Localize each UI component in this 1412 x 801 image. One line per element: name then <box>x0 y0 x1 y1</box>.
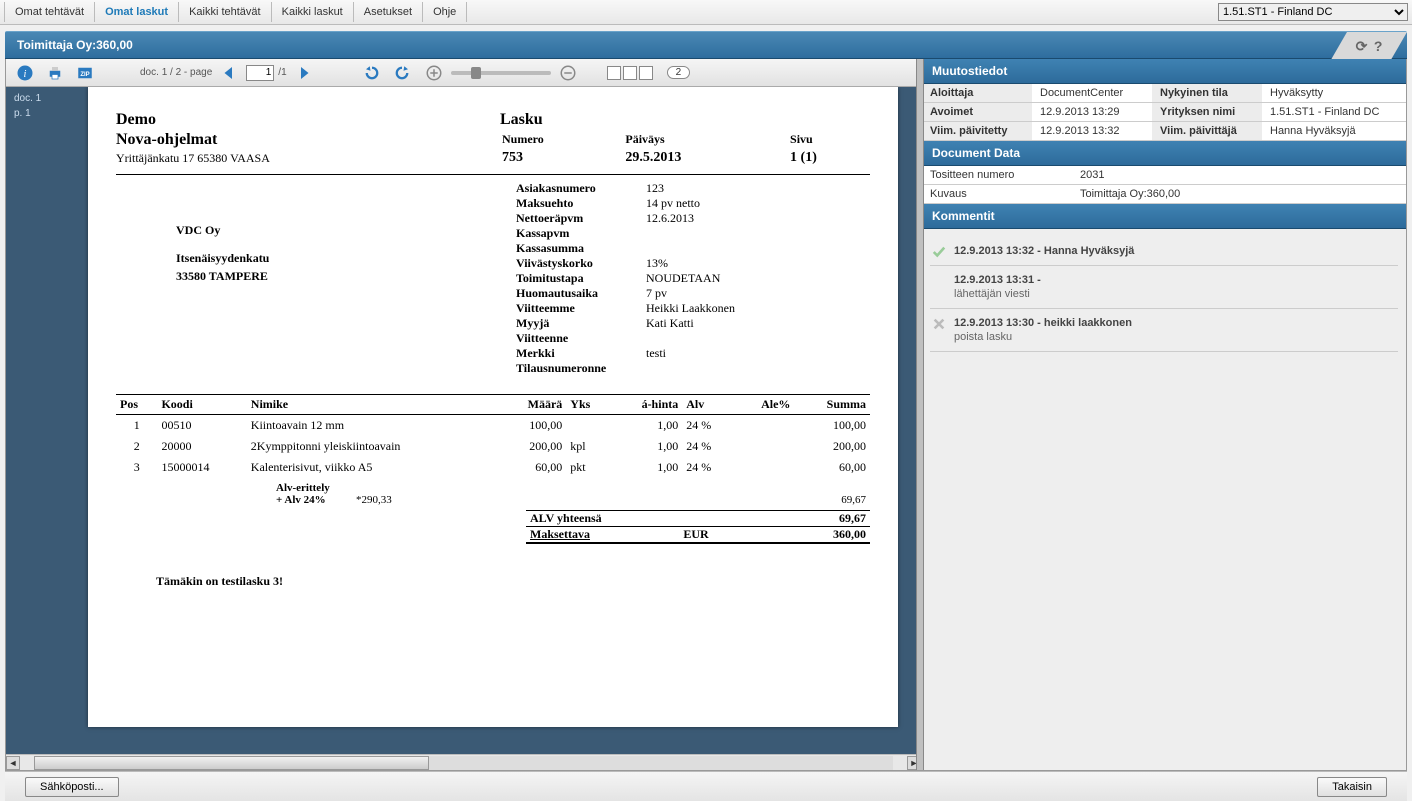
detail-row: Kassasumma <box>516 241 870 256</box>
panel-document-data-header: Document Data <box>922 141 1406 166</box>
print-icon[interactable] <box>42 62 68 84</box>
thumb-doc-label[interactable]: doc. 1 <box>10 91 80 106</box>
doc-count-badge: 2 <box>667 66 691 79</box>
col-header: Pos <box>116 395 157 415</box>
customer-block: VDC Oy Itsenäisyydenkatu 33580 TAMPERE <box>176 221 516 285</box>
detail-row: Viivästyskorko13% <box>516 256 870 271</box>
col-header: Ale% <box>735 395 795 415</box>
page-input[interactable] <box>246 65 274 81</box>
panel-comments-header: Kommentit <box>922 204 1406 229</box>
paper-scroll[interactable]: Demo Nova-ohjelmat Yrittäjänkatu 17 6538… <box>84 87 921 754</box>
thumb-page-label[interactable]: p. 1 <box>10 106 80 121</box>
prev-page-icon[interactable] <box>216 62 242 84</box>
view-mode-toggle <box>607 66 653 80</box>
side-panel: Muutostiedot AloittajaDocumentCenter Nyk… <box>922 59 1407 771</box>
detail-row: Merkkitesti <box>516 346 870 361</box>
titlebar-tools: ⟳ ? <box>1331 32 1407 60</box>
meta-grid: AloittajaDocumentCenter Nykyinen tilaHyv… <box>922 84 1406 141</box>
viewer-toolbar: i ZIP doc. 1 / 2 - page /1 <box>6 59 921 87</box>
bottom-bar: Sähköposti... Takaisin <box>5 771 1407 801</box>
detail-row: ToimitustapaNOUDETAAN <box>516 271 870 286</box>
sender-program: Nova-ohjelmat <box>116 131 270 149</box>
comment-item[interactable]: 12.9.2013 13:30 - heikki laakkonenpoista… <box>930 309 1398 352</box>
top-nav: Omat tehtävät Omat laskut Kaikki tehtävä… <box>0 0 1412 25</box>
comment-item[interactable]: 12.9.2013 13:31 -lähettäjän viesti <box>930 266 1398 309</box>
window-title-bar: Toimittaja Oy:360,00 ⟳ ? <box>5 31 1407 59</box>
zoom-in-icon[interactable] <box>421 62 447 84</box>
svg-text:ZIP: ZIP <box>80 72 89 78</box>
environment-select[interactable]: 1.51.ST1 - Finland DC <box>1218 3 1408 21</box>
detail-row: Viitteenne <box>516 331 870 346</box>
top-tabs: Omat tehtävät Omat laskut Kaikki tehtävä… <box>4 2 467 22</box>
tab-own-tasks[interactable]: Omat tehtävät <box>4 2 95 22</box>
detail-row: Huomautusaika7 pv <box>516 286 870 301</box>
col-header: Summa <box>794 395 870 415</box>
sender-demo: Demo <box>116 111 270 129</box>
invoice-note: Tämäkin on testilasku 3! <box>156 574 870 589</box>
col-header: Määrä <box>498 395 566 415</box>
detail-row: Kassapvm <box>516 226 870 241</box>
tab-settings[interactable]: Asetukset <box>354 2 423 22</box>
view-two-icon[interactable] <box>623 66 637 80</box>
tab-own-invoices[interactable]: Omat laskut <box>95 2 179 22</box>
detail-row: Asiakasnumero123 <box>516 181 870 196</box>
col-header: Alv <box>682 395 735 415</box>
val-page: 1 (1) <box>790 149 868 166</box>
undo-icon[interactable] <box>359 62 385 84</box>
lbl-page: Sivu <box>790 131 868 147</box>
table-row: 2200002Kymppitonni yleiskiintoavain200,0… <box>116 436 870 457</box>
tab-all-invoices[interactable]: Kaikki laskut <box>272 2 354 22</box>
invoice-paper: Demo Nova-ohjelmat Yrittäjänkatu 17 6538… <box>88 87 898 727</box>
tab-help[interactable]: Ohje <box>423 2 467 22</box>
docdata-grid: Tositteen numero2031 KuvausToimittaja Oy… <box>922 166 1406 204</box>
val-date: 29.5.2013 <box>625 149 788 166</box>
detail-row: Tilausnumeronne <box>516 361 870 376</box>
zip-icon[interactable]: ZIP <box>72 62 98 84</box>
view-grid-icon[interactable] <box>639 66 653 80</box>
invoice-title: Lasku <box>500 111 870 129</box>
document-area: doc. 1 p. 1 Demo Nova-ohjelmat Yrittäjän… <box>6 87 921 754</box>
col-header: Nimike <box>247 395 498 415</box>
thumbnail-column: doc. 1 p. 1 <box>6 87 84 754</box>
table-row: 100510Kiintoavain 12 mm100,001,0024 %100… <box>116 415 870 437</box>
detail-row: Maksuehto14 pv netto <box>516 196 870 211</box>
redo-icon[interactable] <box>389 62 415 84</box>
next-page-icon[interactable] <box>291 62 317 84</box>
help-icon[interactable]: ? <box>1373 38 1382 54</box>
x-icon <box>932 317 946 331</box>
refresh-icon[interactable]: ⟳ <box>1356 38 1368 55</box>
detail-row: Nettoeräpvm12.6.2013 <box>516 211 870 226</box>
zoom-slider[interactable] <box>451 71 551 75</box>
line-items-table: PosKoodiNimikeMääräYksá-hintaAlvAle%Summ… <box>116 394 870 478</box>
table-row: 315000014Kalenterisivut, viikko A560,00p… <box>116 457 870 478</box>
window-title: Toimittaja Oy:360,00 <box>17 38 1395 52</box>
zoom-out-icon[interactable] <box>555 62 581 84</box>
lbl-num: Numero <box>502 131 623 147</box>
back-button[interactable]: Takaisin <box>1317 777 1387 797</box>
horizontal-scrollbar[interactable]: ◄ ► <box>6 754 921 770</box>
col-header: Koodi <box>157 395 246 415</box>
invoice-detail-fields: Asiakasnumero123Maksuehto14 pv nettoNett… <box>516 181 870 376</box>
tab-all-tasks[interactable]: Kaikki tehtävät <box>179 2 272 22</box>
comments-list: 12.9.2013 13:32 - Hanna Hyväksyjä12.9.20… <box>922 229 1406 770</box>
detail-row: ViitteemmeHeikki Laakkonen <box>516 301 870 316</box>
sender-address: Yrittäjänkatu 17 65380 VAASA <box>116 151 270 166</box>
comment-item[interactable]: 12.9.2013 13:32 - Hanna Hyväksyjä <box>930 237 1398 266</box>
panel-muutostiedot-header: Muutostiedot <box>922 59 1406 84</box>
col-header: á-hinta <box>611 395 682 415</box>
detail-row: MyyjäKati Katti <box>516 316 870 331</box>
lbl-date: Päiväys <box>625 131 788 147</box>
svg-text:i: i <box>24 68 27 79</box>
view-single-icon[interactable] <box>607 66 621 80</box>
val-num: 753 <box>502 149 623 166</box>
document-pane: i ZIP doc. 1 / 2 - page /1 <box>5 59 922 771</box>
scroll-left-icon[interactable]: ◄ <box>6 756 20 770</box>
info-icon[interactable]: i <box>12 62 38 84</box>
email-button[interactable]: Sähköposti... <box>25 777 119 797</box>
check-icon <box>932 245 946 259</box>
pager: doc. 1 / 2 - page /1 <box>140 62 317 84</box>
col-header: Yks <box>566 395 611 415</box>
page-total: /1 <box>278 67 286 78</box>
